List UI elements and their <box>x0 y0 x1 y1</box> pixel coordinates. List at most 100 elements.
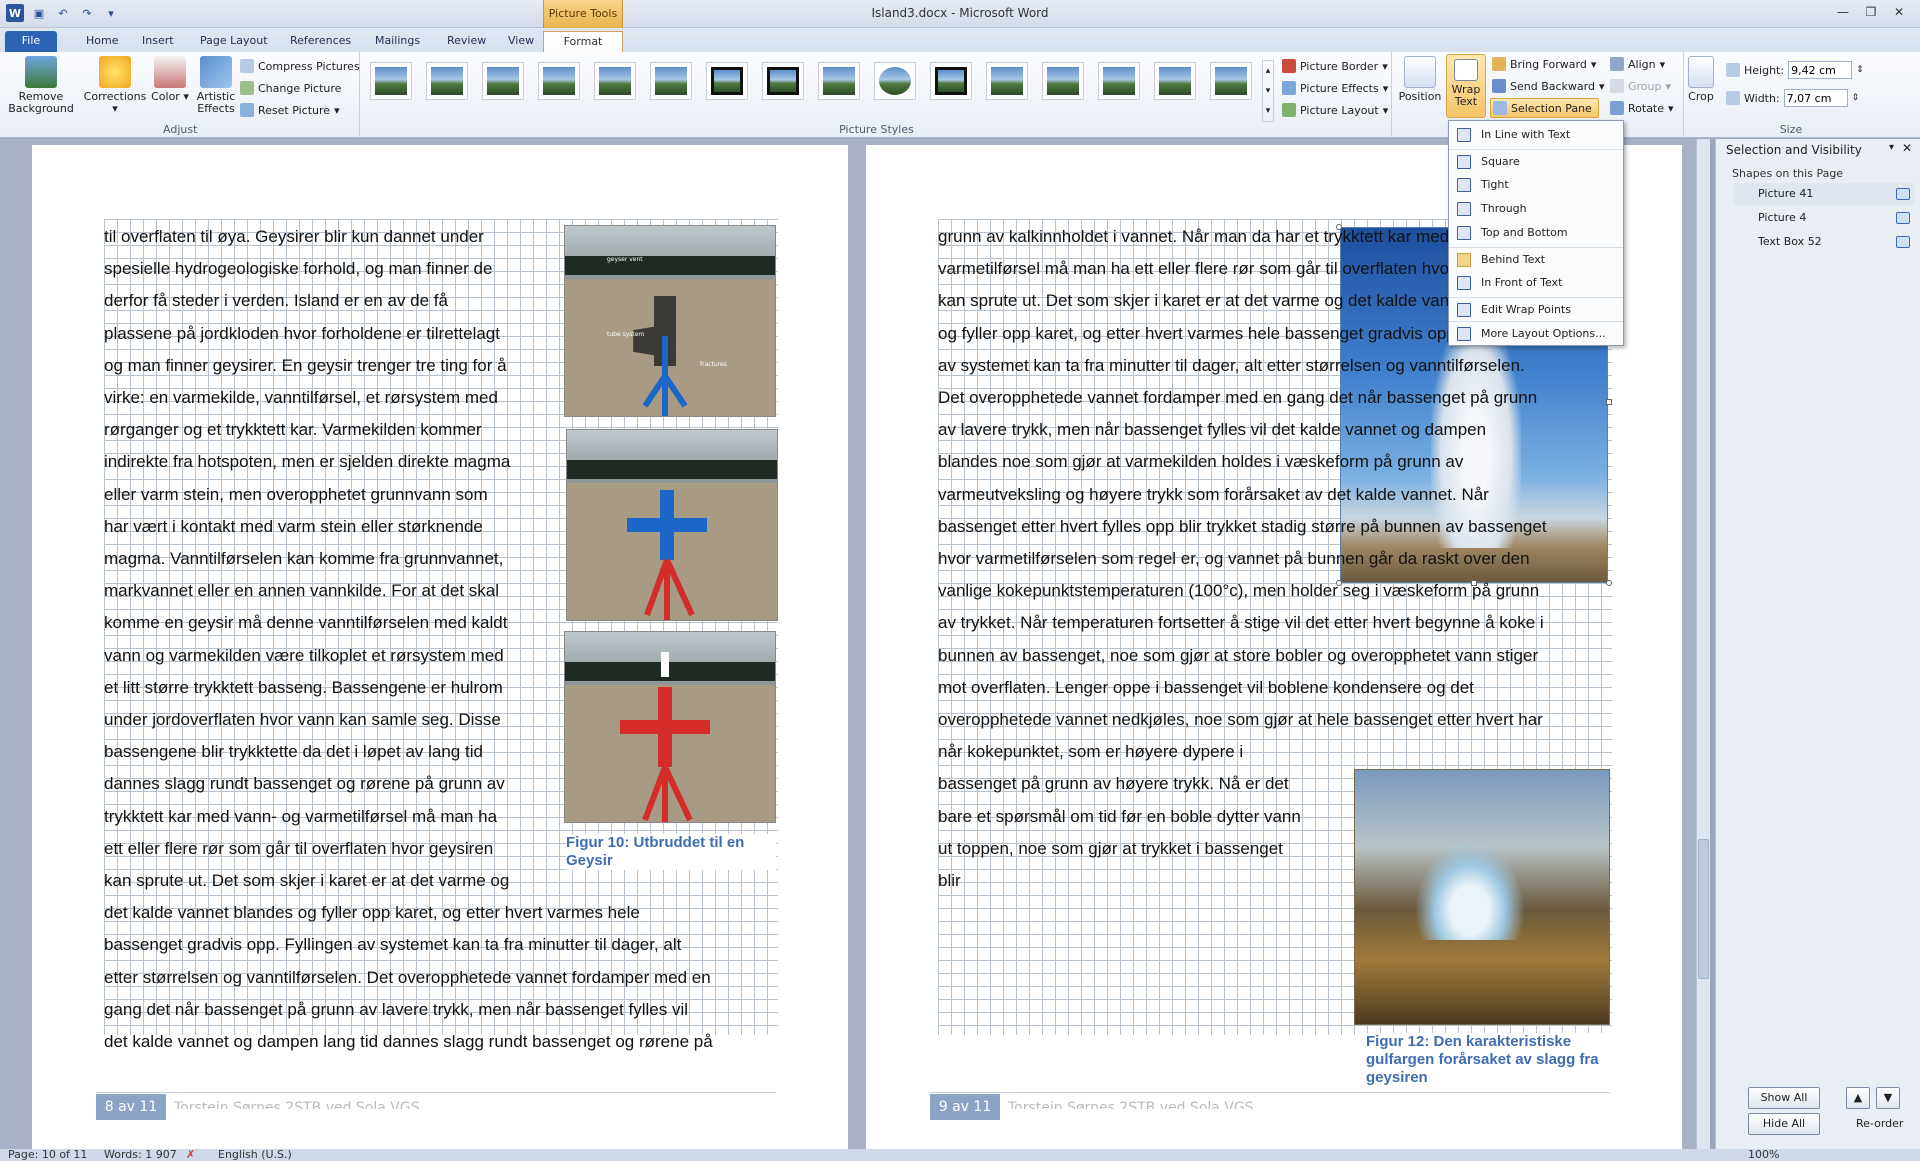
text-line[interactable]: bassenget etter hvert fylles opp blir tr… <box>938 511 1547 543</box>
pane-options-icon[interactable]: ▾ <box>1889 142 1894 153</box>
wrap-in-line-with-text[interactable]: In Line with Text <box>1449 123 1623 147</box>
text-line[interactable]: når kokepunktet, som er høyere dypere i <box>938 736 1547 768</box>
geyser-diagram-2[interactable] <box>566 429 778 621</box>
picture-style-thumb[interactable] <box>482 62 524 100</box>
tab-file[interactable]: File <box>5 31 57 52</box>
rotate-button[interactable]: Rotate ▾ <box>1610 98 1674 118</box>
text-line[interactable]: overopphetede vannet nedkjøles, noe som … <box>938 704 1547 736</box>
wrap-top-and-bottom[interactable]: Top and Bottom <box>1449 221 1623 245</box>
text-line[interactable]: blandes noe som gjør at varmekilden hold… <box>938 446 1547 478</box>
text-line[interactable]: mot overflaten. Lenger oppe i bassenget … <box>938 672 1547 704</box>
remove-background-button[interactable]: Remove Background <box>6 56 76 115</box>
text-line[interactable]: gang det når bassenget på grunn av laver… <box>104 994 713 1026</box>
tab-view[interactable]: View <box>498 31 544 52</box>
text-line[interactable]: av trykket. Når temperaturen fortsetter … <box>938 607 1547 639</box>
picture-style-thumb[interactable] <box>874 62 916 100</box>
text-line[interactable]: bassenget gradvis opp. Fyllingen av syst… <box>104 929 713 961</box>
crop-button[interactable]: Crop <box>1686 56 1716 103</box>
width-input[interactable] <box>1783 89 1848 107</box>
picture-style-thumb[interactable] <box>986 62 1028 100</box>
visibility-eye-icon[interactable] <box>1896 236 1910 248</box>
tab-format[interactable]: Format <box>543 31 623 52</box>
picture-style-thumb[interactable] <box>762 62 804 100</box>
tab-review[interactable]: Review <box>437 31 496 52</box>
visibility-eye-icon[interactable] <box>1896 212 1910 224</box>
picture-style-thumb[interactable] <box>1042 62 1084 100</box>
page-count-status[interactable]: Page: 10 of 11 <box>8 1148 87 1161</box>
wrap-in-front-of-text[interactable]: In Front of Text <box>1449 271 1623 295</box>
resize-handle[interactable] <box>1606 580 1612 586</box>
word-count-status[interactable]: Words: 1 907 <box>104 1148 177 1161</box>
text-line[interactable]: det kalde vannet blandes og fyller opp k… <box>104 897 713 929</box>
minimize-icon[interactable]: — <box>1830 3 1856 21</box>
move-down-icon[interactable]: ▼ <box>1876 1087 1900 1109</box>
close-icon[interactable]: ✕ <box>1886 3 1912 21</box>
artistic-effects-button[interactable]: Artistic Effects <box>192 56 240 115</box>
vertical-scrollbar[interactable] <box>1696 139 1710 1149</box>
position-button[interactable]: Position <box>1398 56 1442 103</box>
picture-style-thumb[interactable] <box>818 62 860 100</box>
picture-style-thumb[interactable] <box>1098 62 1140 100</box>
wrap-behind-text[interactable]: Behind Text <box>1449 247 1623 271</box>
picture-layout-button[interactable]: Picture Layout ▾ <box>1282 100 1388 120</box>
geyser-diagram-1[interactable]: geyser vent tube system fractures <box>564 225 776 417</box>
text-line[interactable]: varmeutveksling og høyere trykk som forå… <box>938 479 1547 511</box>
zoom-level[interactable]: 100% <box>1748 1148 1779 1161</box>
selection-item[interactable]: Text Box 52 <box>1734 231 1914 253</box>
edit-wrap-points[interactable]: Edit Wrap Points <box>1449 297 1623 321</box>
text-line[interactable]: det kalde vannet og dampen lang tid dann… <box>104 1026 713 1058</box>
tab-page-layout[interactable]: Page Layout <box>190 31 278 52</box>
selection-pane-button[interactable]: Selection Pane <box>1490 98 1599 118</box>
tab-references[interactable]: References <box>280 31 361 52</box>
text-line[interactable]: hvor varmetilførselen som regel er, og v… <box>938 543 1547 575</box>
align-button[interactable]: Align ▾ <box>1610 54 1665 74</box>
picture-style-thumb[interactable] <box>370 62 412 100</box>
selection-item[interactable]: Picture 41 <box>1734 183 1914 205</box>
wrap-tight[interactable]: Tight <box>1449 173 1623 197</box>
pane-close-icon[interactable]: ✕ <box>1902 141 1912 155</box>
gallery-scroll[interactable]: ▴ ▾ ▾ <box>1262 60 1274 122</box>
tab-mailings[interactable]: Mailings <box>365 31 430 52</box>
picture-style-thumb[interactable] <box>1210 62 1252 100</box>
width-spinner-icon[interactable]: ⇕ <box>1852 93 1860 103</box>
bring-forward-button[interactable]: Bring Forward ▾ <box>1492 54 1596 74</box>
text-line[interactable]: av lavere trykk, men når bassenget fylle… <box>938 414 1547 446</box>
picture-style-thumb[interactable] <box>594 62 636 100</box>
tab-insert[interactable]: Insert <box>132 31 184 52</box>
picture-style-thumb[interactable] <box>1154 62 1196 100</box>
more-layout-options[interactable]: More Layout Options... <box>1449 321 1623 345</box>
reset-picture-button[interactable]: Reset Picture ▾ <box>240 100 340 120</box>
visibility-eye-icon[interactable] <box>1896 188 1910 200</box>
selection-item[interactable]: Picture 4 <box>1734 207 1914 229</box>
wrap-text-button[interactable]: Wrap Text <box>1446 54 1486 118</box>
wrap-through[interactable]: Through <box>1449 197 1623 221</box>
height-input[interactable] <box>1788 61 1853 79</box>
language-status[interactable]: English (U.S.) <box>218 1148 292 1161</box>
picture-style-thumb[interactable] <box>930 62 972 100</box>
picture-border-button[interactable]: Picture Border ▾ <box>1282 56 1388 76</box>
move-up-icon[interactable]: ▲ <box>1846 1087 1870 1109</box>
text-line[interactable]: bunnen av bassenget, noe som gjør at sto… <box>938 640 1547 672</box>
picture-effects-button[interactable]: Picture Effects ▾ <box>1282 78 1388 98</box>
send-backward-button[interactable]: Send Backward ▾ <box>1492 76 1605 96</box>
resize-handle[interactable] <box>1606 399 1612 405</box>
change-picture-button[interactable]: Change Picture <box>240 78 341 98</box>
proofing-icon[interactable]: ✗ <box>186 1148 195 1161</box>
picture-style-thumb[interactable] <box>538 62 580 100</box>
restore-icon[interactable]: ❐ <box>1858 3 1884 21</box>
hide-all-button[interactable]: Hide All <box>1748 1113 1820 1135</box>
text-line[interactable]: vanlige kokepunktstemperaturen (100°c), … <box>938 575 1547 607</box>
picture-style-thumb[interactable] <box>706 62 748 100</box>
picture-style-thumb[interactable] <box>650 62 692 100</box>
compress-pictures-button[interactable]: Compress Pictures <box>240 56 360 76</box>
picture-style-thumb[interactable] <box>426 62 468 100</box>
show-all-button[interactable]: Show All <box>1748 1087 1820 1109</box>
group-button[interactable]: Group ▾ <box>1610 76 1671 96</box>
geysir-photo-2[interactable] <box>1354 769 1610 1025</box>
geyser-diagram-3[interactable] <box>564 631 776 823</box>
text-line[interactable]: etter størrelsen og vanntilførselen. Det… <box>104 962 713 994</box>
scroll-thumb[interactable] <box>1698 839 1709 979</box>
wrap-square[interactable]: Square <box>1449 149 1623 173</box>
color-button[interactable]: Color ▾ <box>150 56 190 103</box>
text-line[interactable]: av systemet kan ta fra minutter til dage… <box>938 350 1547 382</box>
